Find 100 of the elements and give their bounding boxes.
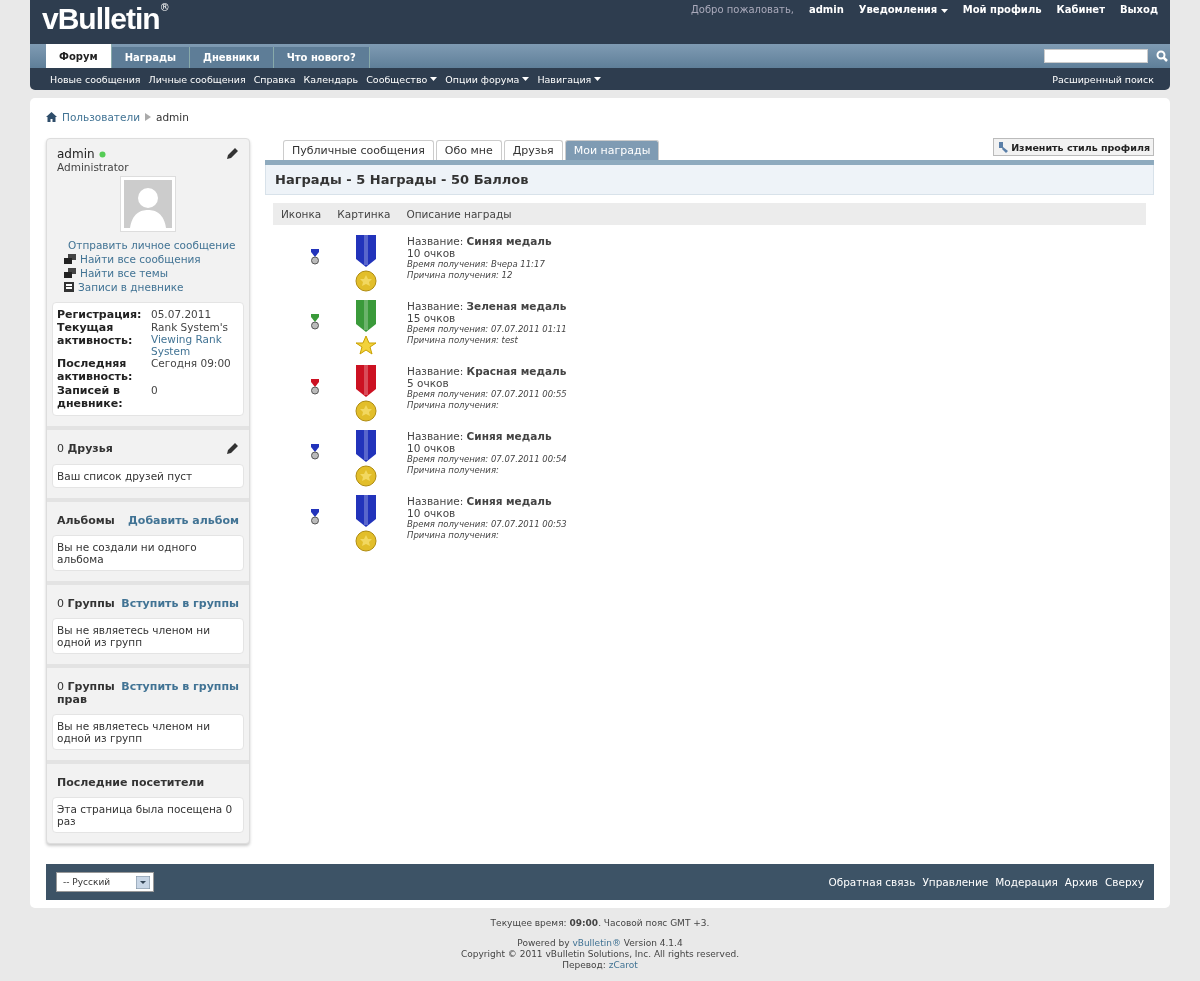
award-reason: Причина получения: [407,465,500,476]
nav-tab[interactable]: Награды [111,47,190,68]
translation-text: Перевод: [562,960,607,970]
language-select[interactable]: -- Русский [56,872,154,892]
profile-link[interactable]: Найти все темы [52,266,244,280]
registered-mark: ® [159,2,170,13]
caret-icon [594,77,602,81]
block-message: Вы не являетесь членом ни одной из групп [52,618,244,654]
subnav-link[interactable]: Личные сообщения [148,73,246,85]
profile-tab[interactable]: Обо мне [435,140,502,160]
award-name: Название: Синяя медаль [407,495,553,507]
footer-link[interactable]: Модерация [995,876,1058,888]
block-message: Ваш список друзей пуст [52,464,244,488]
award-name: Название: Зеленая медаль [407,300,567,312]
award-time: Время получения: 07.07.2011 01:11 [407,324,567,335]
subnav-link[interactable]: Сообщество [366,73,438,85]
nav-tab[interactable]: Что нового? [273,47,370,68]
caret-icon [522,77,530,81]
username-link[interactable]: admin [808,4,844,15]
header-link[interactable]: Уведомления [858,4,948,15]
footer-link[interactable]: Обратная связь [828,876,916,888]
award-time: Время получения: 07.07.2011 00:53 [407,519,567,530]
award-points: 10 очков [407,442,457,454]
footer-link[interactable]: Управление [922,876,989,888]
stat-label: Текущая активность: [57,321,134,350]
header-link[interactable]: Выход [1119,4,1158,15]
block-action-link[interactable]: Вступить в группы [121,680,239,693]
stat-value: 05.07.2011 [151,308,212,320]
column-header: Иконка [281,208,322,220]
profile-tab[interactable]: Друзья [503,140,563,160]
dropdown-arrow-icon[interactable] [136,875,150,889]
current-time-text: Текущее время: 09:00. Часовой пояс GMT +3. [489,918,711,929]
stat-label: Последняя активность: [57,357,134,384]
block-message: Вы не являетесь членом ни одной из групп [52,714,244,750]
nav-tab[interactable]: Форум [46,44,112,68]
subnav-link[interactable]: Опции форума [445,73,530,85]
separator-icon [144,113,151,121]
caret-icon [430,77,438,81]
change-style-button[interactable]: Изменить стиль профиля [993,138,1154,156]
block-action-link[interactable]: Добавить альбом [128,514,239,527]
award-name: Название: Синяя медаль [407,235,552,247]
award-time: Время получения: 07.07.2011 00:54 [407,454,567,465]
version-text: Version 4.1.4 [622,938,683,948]
avatar [120,176,176,232]
advanced-search-link[interactable]: Расширенный поиск [1052,73,1154,85]
stat-value: Сегодня 09:00 [151,357,231,370]
award-points: 10 очков [407,247,457,259]
translator-link[interactable]: zCarot [608,960,638,970]
block-title: 0 Группы прав [57,680,116,706]
stat-value: Rank System's [151,321,229,334]
nav-tab[interactable]: Дневники [190,47,274,68]
block-title: Альбомы [57,514,116,527]
awards-heading: Награды - 5 Награды - 50 Баллов [265,165,1154,195]
award-reason: Причина получения: [407,400,500,411]
award-name: Название: Синяя медаль [407,430,553,442]
chat-icon [64,253,76,265]
stat-label: Регистрация: [57,308,143,322]
profile-name: admin [57,147,95,161]
profile-link[interactable]: Записи в дневнике [52,280,244,294]
award-points: 5 очков [407,377,450,389]
logo[interactable]: vBulletin [42,2,160,35]
profile-link[interactable]: Отправить личное сообщение [52,238,244,252]
block-title: 0 Группы [57,597,116,610]
award-points: 15 очков [407,312,457,324]
profile-link[interactable]: Найти все сообщения [52,252,244,266]
notebook-icon [64,282,74,292]
block-action-link[interactable]: Вступить в группы [121,597,239,610]
vbulletin-link[interactable]: vBulletin® [572,938,621,948]
welcome-text: Добро пожаловать, [691,4,794,15]
breadcrumb-link[interactable]: Пользователи [62,111,140,123]
block-message: Вы не создали ни одного альбома [52,535,244,571]
subnav-link[interactable]: Навигация [537,73,602,85]
user-title: Administrator [56,161,130,173]
block-title: 0 Друзья [57,442,113,455]
profile-tab[interactable]: Публичные сообщения [283,140,434,160]
pencil-icon[interactable] [225,442,239,456]
award-reason: Причина получения: 12 [407,270,514,281]
header-link[interactable]: Кабинет [1056,4,1105,15]
stat-label: Записей в дневнике: [57,383,124,410]
footer-link[interactable]: Архив [1064,876,1098,888]
copyright-text: Copyright © 2011 vBulletin Solutions, Inc. All rights reserved. [460,949,740,960]
award-time: Время получения: 07.07.2011 00:55 [407,389,567,400]
award-reason: Причина получения: [407,530,500,541]
search-icon[interactable] [1156,50,1168,62]
activity-link[interactable]: Viewing Rank System [151,333,239,358]
search-field[interactable] [1044,49,1148,63]
header-link[interactable]: Мой профиль [962,4,1042,15]
block-title: Последние посетители [57,776,205,789]
brush-icon [997,141,1010,153]
award-name: Название: Красная медаль [407,365,567,377]
block-message: Эта страница была посещена 0 раз [52,797,244,833]
subnav-link[interactable]: Новые сообщения [50,73,141,85]
subnav-link[interactable]: Справка [253,73,296,85]
subnav-link[interactable]: Календарь [303,73,359,85]
footer-link[interactable]: Сверху [1104,876,1144,888]
stat-value: 0 [151,383,158,396]
home-icon[interactable] [46,112,57,122]
column-header: Описание награды [406,208,512,220]
powered-by-text: Powered by [517,938,571,948]
pencil-icon[interactable] [225,147,239,161]
